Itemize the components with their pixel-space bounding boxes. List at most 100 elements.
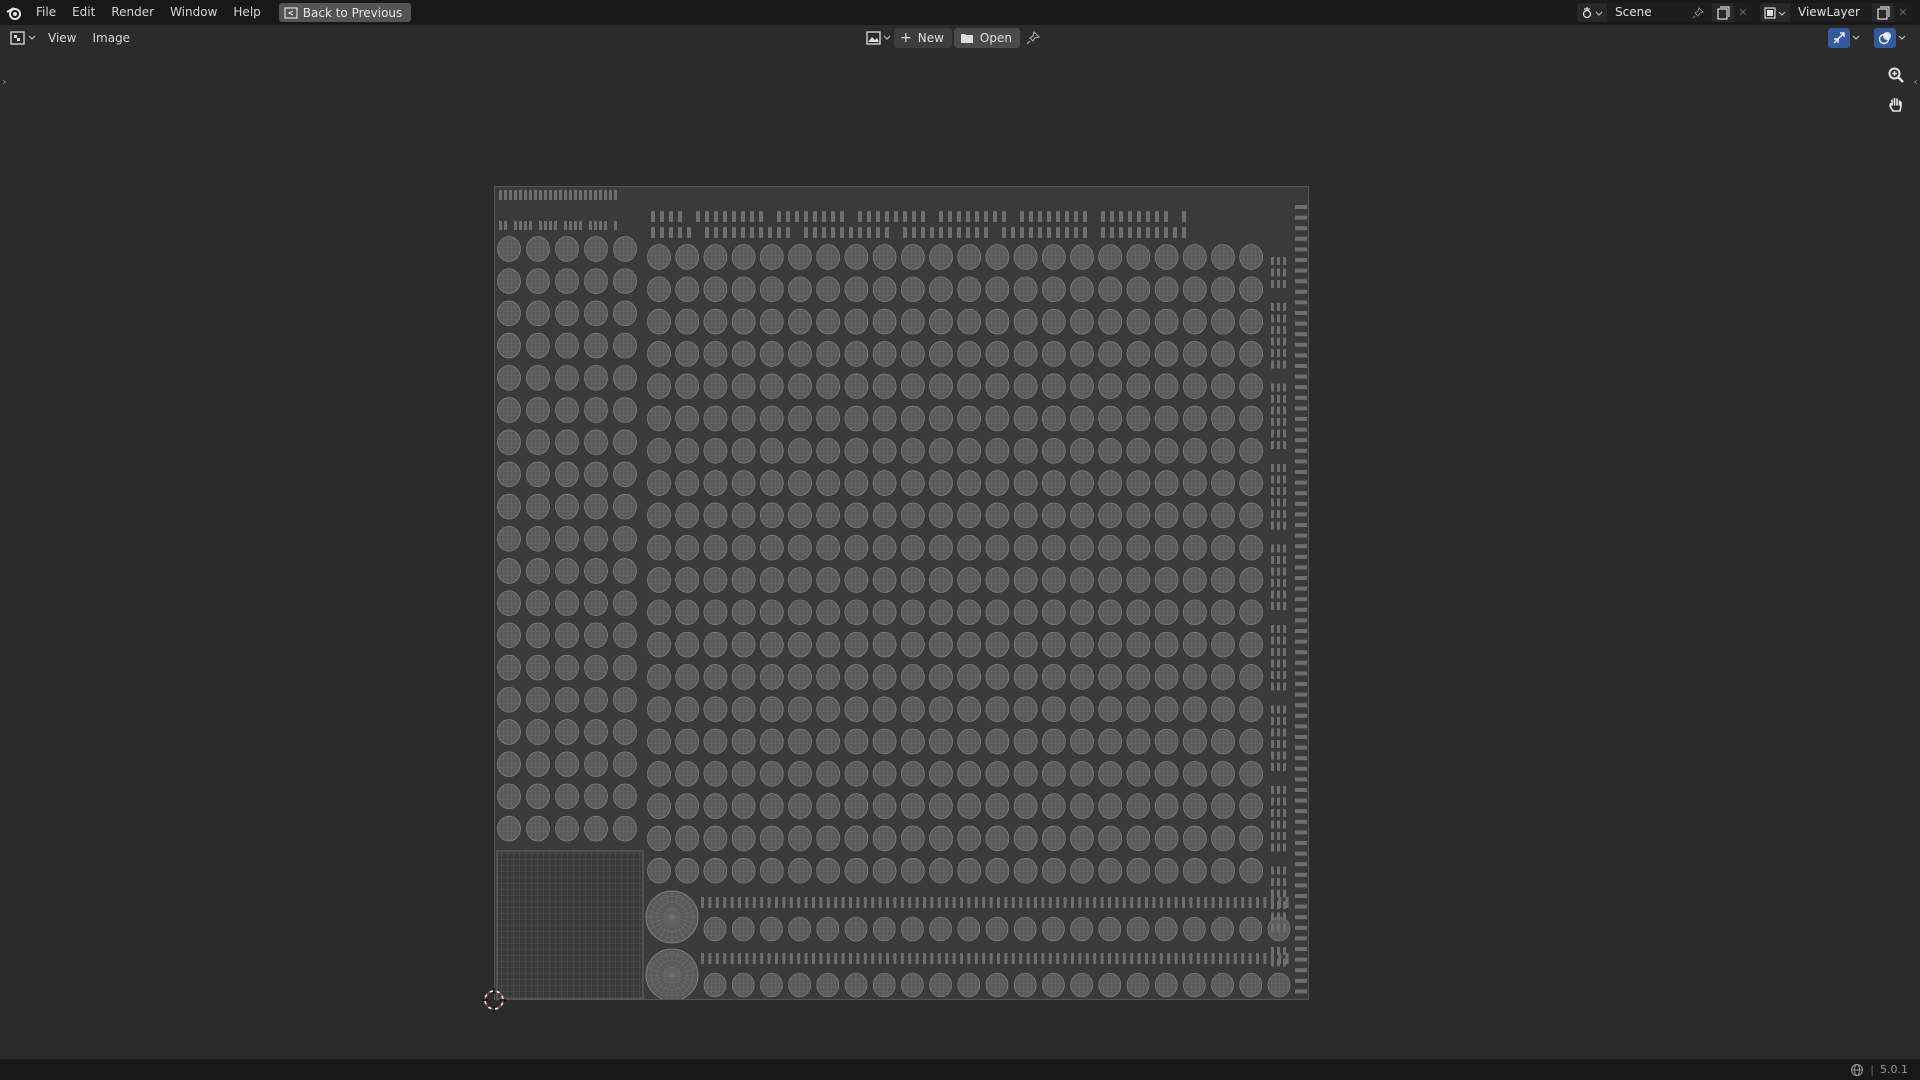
- uv-island: [844, 696, 869, 722]
- uv-strip: [499, 221, 502, 230]
- uv-island: [1013, 470, 1038, 496]
- uv-strip: [701, 897, 704, 908]
- uv-strip: [524, 190, 527, 200]
- gizmo-toggle[interactable]: [1828, 28, 1860, 48]
- chevron-down-icon[interactable]: [1852, 35, 1860, 41]
- uv-strip: [831, 227, 835, 238]
- uv-strip: [1152, 953, 1156, 964]
- scene-browse-button[interactable]: [1577, 3, 1607, 22]
- uv-strip: [1295, 989, 1307, 994]
- uv-island: [844, 502, 869, 529]
- uv-island: [929, 728, 953, 755]
- uv-strip: [708, 897, 712, 908]
- uv-island: [1041, 534, 1066, 561]
- uv-island: [957, 825, 982, 852]
- uv-island: [555, 751, 579, 777]
- uv-strip: [1270, 897, 1274, 908]
- scene-selector[interactable]: Scene ✕: [1577, 3, 1752, 22]
- uv-island: [1013, 793, 1038, 819]
- menu-help[interactable]: Help: [225, 0, 268, 25]
- uv-island: [1070, 502, 1094, 529]
- uv-strip: [1277, 889, 1280, 898]
- menu-view[interactable]: View: [40, 25, 84, 51]
- menu-window[interactable]: Window: [162, 0, 225, 25]
- menu-render[interactable]: Render: [103, 0, 162, 25]
- gizmo-icon[interactable]: [1828, 28, 1850, 48]
- open-image-button[interactable]: Open: [953, 28, 1020, 48]
- zoom-icon[interactable]: [1884, 63, 1908, 87]
- uv-strip: [499, 190, 502, 200]
- uv-strip: [1108, 897, 1111, 908]
- uv-island: [759, 825, 784, 852]
- hand-pan-icon[interactable]: [1884, 93, 1908, 117]
- uv-island: [613, 332, 637, 359]
- toolbar-expand-icon[interactable]: ›: [2, 75, 6, 88]
- uv-canvas[interactable]: [494, 186, 1309, 1000]
- uv-strip: [1047, 211, 1051, 222]
- uv-island: [1154, 308, 1179, 335]
- browse-image-button[interactable]: [864, 28, 892, 48]
- menu-file[interactable]: File: [28, 0, 64, 25]
- uv-island: [1182, 373, 1207, 399]
- menu-edit[interactable]: Edit: [64, 0, 103, 25]
- uv-strip: [1277, 636, 1280, 645]
- uv-island: [703, 244, 728, 270]
- uv-island: [844, 664, 869, 690]
- view-layer-selector[interactable]: ViewLayer ✕: [1760, 3, 1912, 22]
- view-layer-name-field[interactable]: ViewLayer: [1790, 3, 1872, 22]
- uv-strip: [574, 190, 577, 200]
- uv-island: [1013, 438, 1038, 464]
- new-scene-button[interactable]: [1712, 3, 1734, 22]
- blender-logo-icon[interactable]: [0, 0, 28, 25]
- uv-island: [497, 397, 521, 423]
- delete-view-layer-icon[interactable]: ✕: [1894, 3, 1912, 22]
- uv-island: [1126, 567, 1151, 593]
- new-image-button[interactable]: + New: [894, 28, 952, 48]
- uv-strip: [1295, 385, 1307, 390]
- uv-island: [985, 470, 1010, 496]
- uv-strip: [569, 221, 572, 230]
- uv-island: [497, 590, 521, 616]
- uv-strip: [1277, 567, 1280, 576]
- uv-strip: [1271, 475, 1274, 484]
- uv-island: [1211, 696, 1235, 722]
- uv-island: [900, 664, 925, 690]
- chevron-down-icon[interactable]: [1898, 35, 1906, 41]
- sidebar-expand-icon[interactable]: ‹: [1914, 75, 1918, 88]
- new-view-layer-button[interactable]: [1872, 3, 1894, 22]
- uv-island: [1126, 502, 1151, 529]
- back-to-previous-button[interactable]: Back to Previous: [278, 3, 412, 22]
- globe-icon[interactable]: [1850, 1063, 1864, 1077]
- uv-island: [1211, 470, 1235, 496]
- uv-strip: [1283, 441, 1286, 449]
- scene-name-field[interactable]: Scene: [1607, 3, 1712, 22]
- menu-image[interactable]: Image: [84, 25, 138, 51]
- uv-island: [1041, 308, 1066, 335]
- 2d-cursor-icon[interactable]: [480, 986, 508, 1014]
- pin-icon[interactable]: [1692, 6, 1704, 19]
- uv-island: [1041, 664, 1066, 690]
- pin-image-button[interactable]: [1022, 28, 1044, 48]
- uv-island: [731, 916, 755, 942]
- uv-island: [1041, 761, 1066, 787]
- uv-island: [1013, 857, 1038, 884]
- uv-island: [1098, 373, 1123, 399]
- uv-island: [1013, 631, 1038, 658]
- uv-strip: [1283, 406, 1286, 415]
- uv-island: [1041, 373, 1066, 399]
- view-layer-browse-button[interactable]: [1760, 3, 1790, 22]
- uv-strip: [1108, 953, 1111, 964]
- overlay-icon[interactable]: [1874, 28, 1896, 48]
- delete-scene-icon[interactable]: ✕: [1734, 3, 1752, 22]
- uv-strip: [1295, 756, 1307, 761]
- uv-island: [759, 308, 784, 335]
- editor-type-button[interactable]: [10, 28, 40, 48]
- uv-island: [526, 751, 550, 777]
- uv-island: [647, 761, 671, 787]
- uv-strip: [1271, 418, 1274, 426]
- uv-strip: [752, 953, 756, 964]
- overlay-toggle[interactable]: [1874, 28, 1906, 48]
- uv-strip: [752, 897, 756, 908]
- uv-island: [675, 793, 699, 819]
- uv-strip: [903, 227, 907, 238]
